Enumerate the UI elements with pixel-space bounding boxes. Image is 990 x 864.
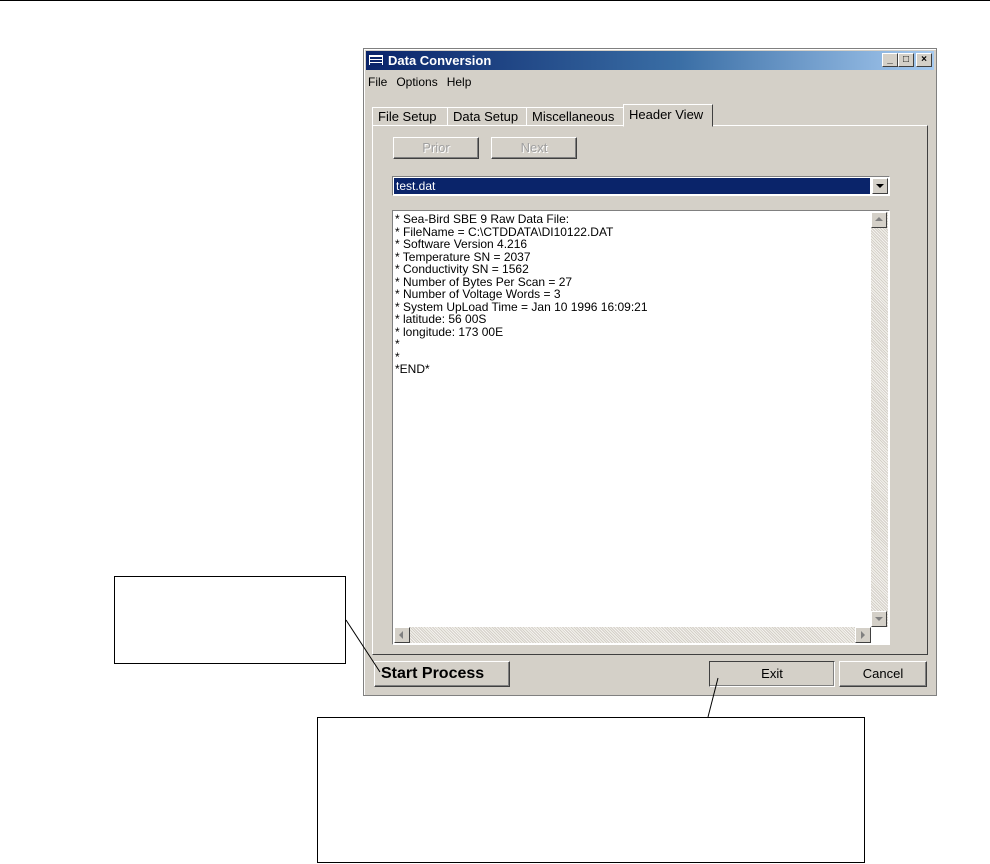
- start-process-leader-line: [345, 619, 381, 673]
- callout-leader-lines: [345, 619, 719, 718]
- exit-leader-line: [707, 677, 719, 718]
- tab-header-view[interactable]: Header View: [623, 104, 713, 127]
